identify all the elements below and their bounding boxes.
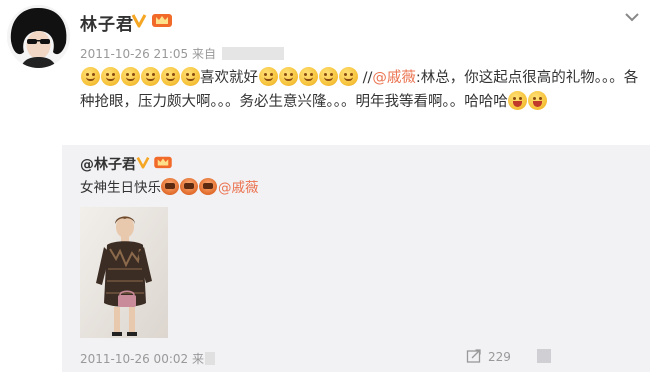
share-icon[interactable] (466, 348, 482, 364)
post-text-part1: 喜欢就好 (200, 70, 258, 86)
smile-emoji-icon (120, 67, 140, 86)
repost-separator: // (358, 70, 373, 86)
smile-emoji-icon (160, 67, 180, 86)
smile-emoji-icon (180, 67, 200, 86)
post-source-prefix: 来自 (191, 47, 216, 61)
blurred-action-icon[interactable] (537, 349, 551, 363)
cake-emoji-icon (161, 178, 179, 195)
chevron-down-icon[interactable] (624, 10, 640, 24)
crown-icon[interactable] (152, 12, 172, 28)
avatar[interactable] (7, 5, 70, 68)
smile-emoji-icon (318, 67, 338, 86)
smile-emoji-icon (258, 67, 278, 86)
laugh-emoji-icon (528, 91, 548, 110)
cake-emoji-icon (180, 178, 198, 195)
share-count[interactable]: 229 (488, 350, 511, 364)
v-badge-icon (131, 14, 147, 28)
post-photo[interactable] (80, 207, 168, 338)
v-badge-icon (136, 156, 150, 169)
reposted-weibo: @林子君 女神生日快乐 @戚薇 2011-10-26 00:02 来 229 (62, 145, 650, 372)
repost-username[interactable]: @林子君 (80, 154, 136, 174)
mention-link[interactable]: @戚薇 (372, 70, 416, 86)
post-timestamp[interactable]: 2011-10-26 21:05 (80, 47, 188, 61)
repost-meta: 2011-10-26 00:02 来 (80, 350, 215, 367)
username[interactable]: 林子君 (80, 10, 134, 35)
smile-emoji-icon (140, 67, 160, 86)
smile-emoji-icon (100, 67, 120, 86)
source-blurred (221, 47, 284, 60)
smile-emoji-icon (338, 67, 358, 86)
repost-source-prefix: 来 (191, 352, 204, 366)
repost-timestamp[interactable]: 2011-10-26 00:02 (80, 352, 188, 366)
smile-emoji-icon (298, 67, 318, 86)
source-blurred (204, 352, 215, 365)
mention-link[interactable]: @戚薇 (218, 180, 259, 196)
weibo-post: 林子君 2011-10-26 21:05 来自 喜欢就好 //@戚薇:林总，你这… (0, 0, 650, 372)
repost-text: 女神生日快乐 @戚薇 (80, 177, 259, 199)
cake-emoji-icon (199, 178, 217, 195)
smile-emoji-icon (278, 67, 298, 86)
crown-icon[interactable] (154, 155, 172, 169)
smile-emoji-icon (80, 67, 100, 86)
repost-text-body: 女神生日快乐 (80, 180, 161, 196)
post-meta: 2011-10-26 21:05 来自 (80, 45, 284, 62)
post-text: 喜欢就好 //@戚薇:林总，你这起点很高的礼物。。。各种抢眼，压力颇大啊。。。务… (80, 66, 640, 114)
laugh-emoji-icon (508, 91, 528, 110)
